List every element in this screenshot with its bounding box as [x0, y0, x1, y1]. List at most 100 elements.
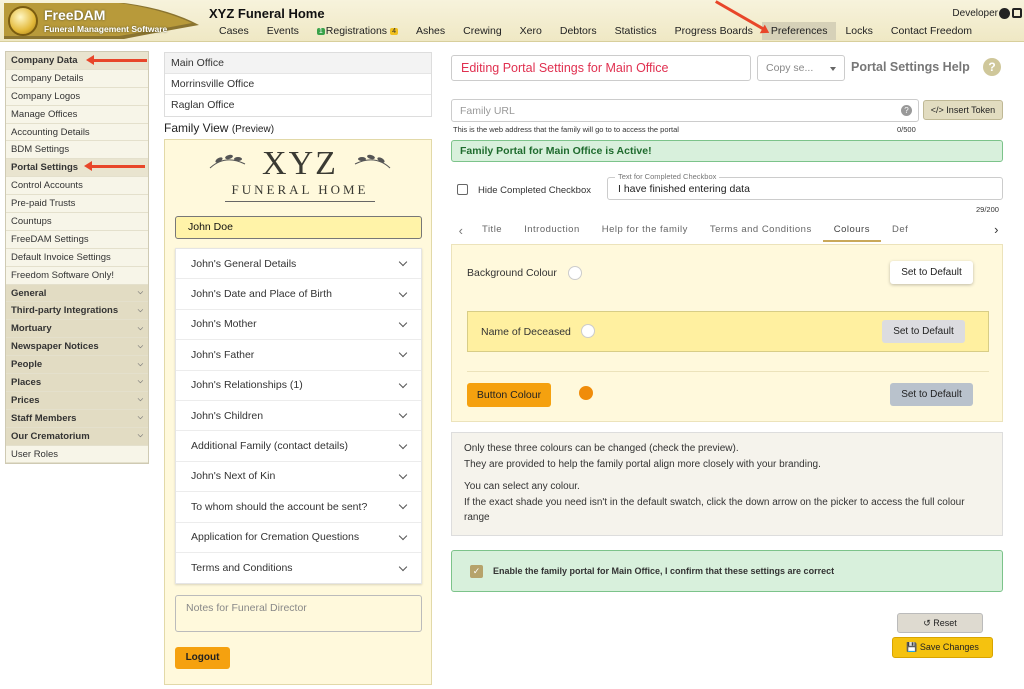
family-portal-preview: XYZ FUNERAL HOME John Doe John's General…: [164, 139, 432, 685]
nav-progress-boards[interactable]: Progress Boards: [666, 22, 762, 40]
sidebar-item-general[interactable]: General ⌵: [6, 284, 148, 303]
nav-registrations[interactable]: 1 Registrations 4: [308, 22, 407, 40]
chevron-right-icon[interactable]: ›: [994, 222, 999, 237]
top-bar: FreeDAM Funeral Management Software XYZ …: [0, 0, 1024, 42]
user-name[interactable]: Developer: [952, 8, 998, 19]
preview-section[interactable]: John's General Details: [176, 249, 421, 280]
nav-debtors[interactable]: Debtors: [551, 22, 606, 40]
nav-preferences[interactable]: Preferences: [761, 22, 837, 40]
office-item[interactable]: Morrinsville Office: [165, 74, 431, 95]
preview-section[interactable]: Terms and Conditions: [176, 553, 421, 583]
tab-def[interactable]: Def: [881, 218, 919, 242]
deceased-name-field[interactable]: John Doe: [175, 216, 422, 239]
nav-events[interactable]: Events: [258, 22, 308, 40]
section-label: John's Date and Place of Birth: [191, 288, 332, 301]
editing-title-field[interactable]: Editing Portal Settings for Main Office: [451, 55, 751, 81]
logo-rule: [225, 201, 375, 202]
hide-completed-checkbox[interactable]: [457, 184, 468, 195]
tab-colours[interactable]: Colours: [822, 218, 881, 242]
preview-section[interactable]: John's Mother: [176, 310, 421, 341]
sidebar-item-newspaper-notices[interactable]: Newspaper Notices ⌵: [6, 338, 148, 357]
preview-section[interactable]: John's Father: [176, 340, 421, 371]
nav-statistics[interactable]: Statistics: [606, 22, 666, 40]
question-icon[interactable]: ?: [901, 105, 912, 116]
help-title: Portal Settings Help: [851, 60, 970, 74]
button-set-default-button[interactable]: Set to Default: [890, 383, 973, 406]
completed-char-count: 29/200: [976, 205, 999, 214]
sidebar-item-places[interactable]: Places ⌵: [6, 374, 148, 392]
sidebar-item-label: Our Crematorium: [11, 430, 90, 442]
deceased-set-default-button[interactable]: Set to Default: [882, 320, 965, 343]
button-colour-picker[interactable]: [579, 386, 593, 400]
sidebar-item-company-logos[interactable]: Company Logos: [6, 88, 148, 106]
nav-xero[interactable]: Xero: [511, 22, 551, 40]
nav-label: Cases: [219, 25, 249, 37]
sidebar-item-people[interactable]: People ⌵: [6, 356, 148, 375]
count-badge: 4: [390, 27, 398, 35]
nav-label: Contact Freedom: [890, 25, 973, 37]
preview-section[interactable]: John's Next of Kin: [176, 462, 421, 493]
family-view-title: Family View: [164, 121, 229, 135]
preview-section[interactable]: Additional Family (contact details): [176, 431, 421, 462]
logout-button[interactable]: Logout: [175, 647, 230, 669]
nav-locks[interactable]: Locks: [836, 22, 881, 40]
sidebar-item-freedom-software-only-[interactable]: Freedom Software Only!: [6, 267, 148, 285]
tab-introduction[interactable]: Introduction: [513, 218, 591, 242]
sidebar-item-staff-members[interactable]: Staff Members ⌵: [6, 409, 148, 428]
preview-section[interactable]: John's Relationships (1): [176, 371, 421, 401]
sidebar-item-accounting-details[interactable]: Accounting Details: [6, 124, 148, 142]
annotation-arrow-company-data: [86, 55, 147, 65]
nav-contact-freedom[interactable]: Contact Freedom: [882, 22, 981, 40]
chevron-down-icon: ⌵: [137, 324, 143, 332]
sidebar-item-mortuary[interactable]: Mortuary ⌵: [6, 320, 148, 339]
sidebar-item-third-party-integrations[interactable]: Third-party Integrations ⌵: [6, 302, 148, 321]
office-item[interactable]: Raglan Office: [165, 95, 431, 116]
save-changes-button[interactable]: 💾 Save Changes: [892, 637, 993, 658]
sidebar-item-portal-settings[interactable]: Portal Settings: [6, 159, 148, 178]
preview-section[interactable]: John's Date and Place of Birth: [176, 279, 421, 310]
nav-cases[interactable]: Cases: [210, 22, 258, 40]
preview-section[interactable]: Application for Cremation Questions: [176, 523, 421, 553]
colours-panel: Background Colour Set to Default Name of…: [451, 244, 1003, 422]
logo-emblem-icon: [8, 6, 38, 36]
sidebar-item-company-details[interactable]: Company Details: [6, 70, 148, 88]
reset-button[interactable]: ↺ Reset: [897, 613, 983, 633]
sidebar-item-pre-paid-trusts[interactable]: Pre-paid Trusts: [6, 195, 148, 214]
help-question-icon[interactable]: ?: [983, 58, 1001, 76]
family-url-input[interactable]: Family URL ?: [451, 99, 919, 122]
background-set-default-button[interactable]: Set to Default: [890, 261, 973, 284]
nav-ashes[interactable]: Ashes: [407, 22, 454, 40]
window-icon[interactable]: [1012, 8, 1022, 18]
sidebar-item-prices[interactable]: Prices ⌵: [6, 391, 148, 410]
background-colour-picker[interactable]: [568, 266, 582, 280]
chevron-down-icon: [398, 470, 408, 480]
chevron-down-icon: [398, 318, 408, 328]
deceased-colour-picker[interactable]: [581, 324, 595, 338]
sidebar-item-countups[interactable]: Countups: [6, 213, 148, 231]
tab-help-for-the-family[interactable]: Help for the family: [591, 218, 699, 242]
sidebar-item-our-crematorium[interactable]: Our Crematorium ⌵: [6, 427, 148, 446]
sidebar-item-bdm-settings[interactable]: BDM Settings: [6, 141, 148, 160]
preview-section[interactable]: John's Children: [176, 401, 421, 432]
tab-title[interactable]: Title: [471, 218, 513, 242]
hide-completed-label: Hide Completed Checkbox: [478, 185, 592, 196]
chevron-down-icon: ⌵: [137, 396, 143, 404]
sidebar-item-control-accounts[interactable]: Control Accounts: [6, 177, 148, 196]
office-item[interactable]: Main Office: [165, 53, 431, 74]
enable-portal-checkbox[interactable]: ✓: [470, 565, 483, 578]
user-icon[interactable]: [999, 8, 1010, 19]
section-label: John's Father: [191, 348, 255, 361]
copy-settings-select[interactable]: Copy se...: [757, 55, 845, 81]
insert-token-button[interactable]: </> Insert Token: [923, 100, 1003, 120]
tab-terms-and-conditions[interactable]: Terms and Conditions: [699, 218, 823, 242]
sidebar-item-label: BDM Settings: [11, 144, 70, 156]
sidebar-item-default-invoice-settings[interactable]: Default Invoice Settings: [6, 249, 148, 267]
sidebar-item-freedam-settings[interactable]: FreeDAM Settings: [6, 231, 148, 249]
sidebar-item-user-roles[interactable]: User Roles: [6, 446, 148, 464]
notes-for-director-field[interactable]: Notes for Funeral Director: [175, 595, 422, 632]
chevron-left-icon[interactable]: ‹: [451, 223, 471, 238]
freedam-logo[interactable]: FreeDAM Funeral Management Software: [4, 3, 199, 39]
sidebar-item-manage-offices[interactable]: Manage Offices: [6, 106, 148, 124]
preview-section[interactable]: To whom should the account be sent?: [176, 492, 421, 523]
nav-crewing[interactable]: Crewing: [454, 22, 511, 40]
